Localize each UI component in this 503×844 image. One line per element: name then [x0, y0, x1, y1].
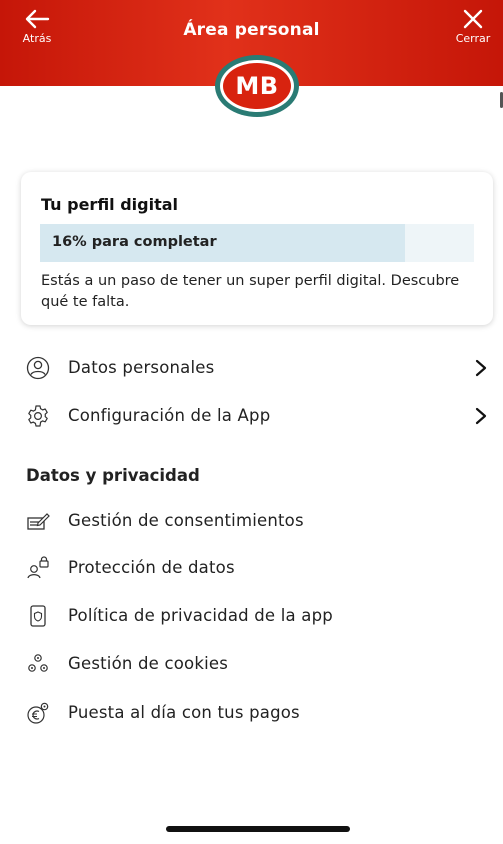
section-title-privacy: Datos y privacidad — [26, 466, 200, 485]
avatar-initials: MB — [223, 63, 291, 109]
digital-profile-card[interactable]: Tu perfil digital 16% para completar Est… — [21, 172, 493, 325]
close-button[interactable]: Cerrar — [443, 8, 503, 45]
chevron-right-icon — [475, 359, 487, 377]
cookies-gears-icon — [28, 654, 48, 672]
phone-shield-icon — [30, 605, 46, 627]
avatar-ring: MB — [220, 60, 294, 112]
menu-item-cookies[interactable]: Gestión de cookies — [0, 643, 503, 683]
page-title: Área personal — [183, 20, 320, 40]
progress-label: 16% para completar — [52, 234, 217, 250]
profile-progress-bar: 16% para completar — [40, 224, 474, 262]
home-indicator — [166, 826, 350, 832]
menu-item-puesta-al-dia[interactable]: Puesta al día con tus pagos — [0, 692, 503, 732]
close-label: Cerrar — [455, 32, 491, 45]
menu-item-proteccion-datos[interactable]: Protección de datos — [0, 547, 503, 587]
menu-item-politica-privacidad[interactable]: Política de privacidad de la app — [0, 595, 503, 635]
menu-item-label: Datos personales — [68, 358, 215, 377]
euro-settings-icon — [27, 702, 49, 724]
consent-document-icon — [27, 513, 50, 530]
menu-item-label: Política de privacidad de la app — [68, 606, 333, 625]
menu-item-label: Configuración de la App — [68, 406, 271, 425]
menu-item-label: Gestión de cookies — [68, 654, 229, 673]
menu-item-consentimientos[interactable]: Gestión de consentimientos — [0, 500, 503, 540]
card-title: Tu perfil digital — [41, 195, 179, 214]
avatar[interactable]: MB — [215, 55, 299, 117]
chevron-right-icon — [475, 407, 487, 425]
card-description: Estás a un paso de tener un super perfil… — [41, 273, 460, 310]
person-lock-icon — [27, 556, 49, 579]
person-circle-icon — [26, 356, 50, 380]
gear-icon — [28, 405, 48, 427]
close-icon — [463, 9, 483, 29]
menu-item-label: Protección de datos — [68, 558, 235, 577]
menu-item-label: Gestión de consentimientos — [68, 511, 304, 530]
menu-item-configuracion-app[interactable]: Configuración de la App — [0, 395, 503, 435]
menu-item-datos-personales[interactable]: Datos personales — [0, 347, 503, 387]
menu-item-label: Puesta al día con tus pagos — [68, 703, 300, 722]
